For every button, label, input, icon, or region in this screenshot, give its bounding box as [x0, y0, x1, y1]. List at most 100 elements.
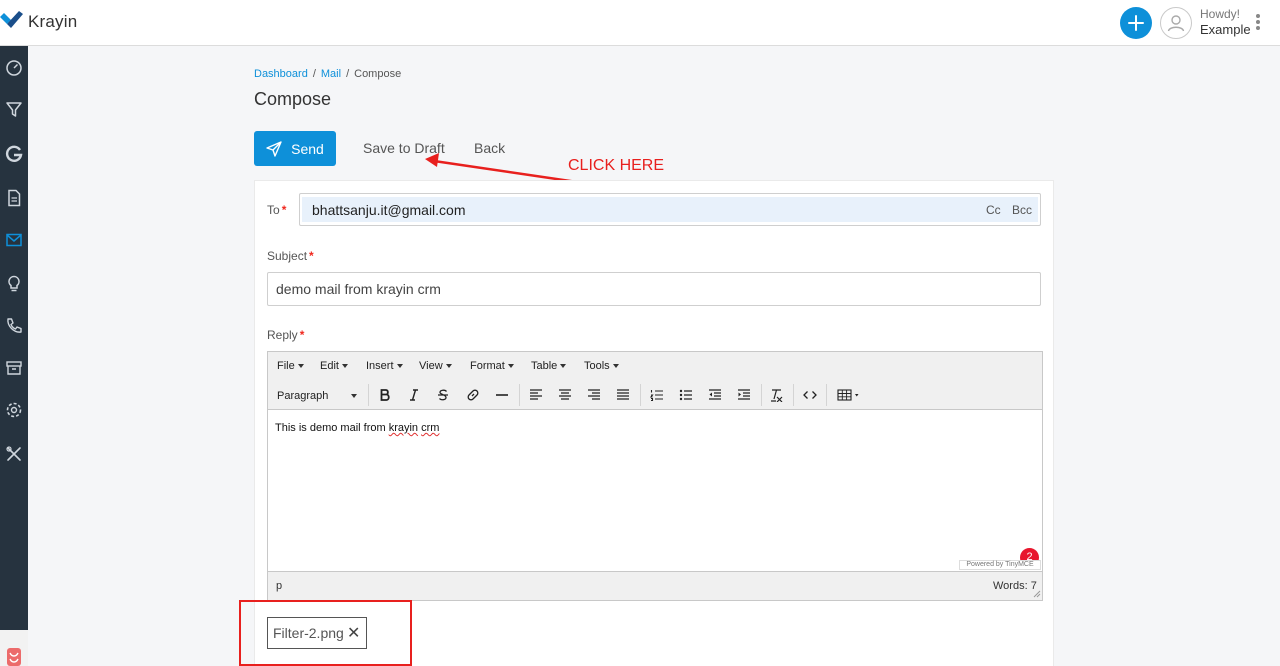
krayin-logo[interactable]: Krayin	[0, 11, 77, 33]
subject-label: Subject *	[267, 249, 314, 263]
align-left-button[interactable]	[526, 386, 546, 404]
code-icon	[803, 391, 817, 399]
user-icon	[1167, 15, 1185, 32]
sidebar-item-quotes[interactable]	[0, 186, 28, 210]
strikethrough-icon	[438, 389, 448, 401]
sidebar-item-configuration[interactable]	[0, 442, 28, 466]
align-center-button[interactable]	[555, 386, 575, 404]
menu-table[interactable]: Table	[531, 360, 567, 372]
indent-icon	[738, 389, 750, 400]
breadcrumb-mail[interactable]: Mail	[321, 68, 341, 80]
krayin-logo-icon	[0, 11, 23, 28]
powered-by-tinymce[interactable]: Powered by TinyMCE	[959, 560, 1041, 570]
toolbar-divider	[519, 384, 520, 406]
strikethrough-button[interactable]	[433, 386, 453, 404]
menu-view[interactable]: View	[419, 360, 452, 372]
recipient-email: bhattsanju.it@gmail.com	[312, 202, 466, 218]
sidebar-item-mail[interactable]	[0, 228, 28, 252]
greeting-text: Howdy!	[1200, 7, 1241, 21]
leads-g-icon	[5, 145, 23, 162]
annotation-label: CLICK HERE	[568, 157, 665, 174]
remove-attachment-icon[interactable]: ✕	[347, 626, 360, 642]
attachment-file-name: Filter-2.png	[273, 625, 344, 641]
sidebar-footer	[0, 630, 28, 666]
horizontal-line-icon	[496, 394, 508, 396]
italic-icon	[410, 389, 418, 401]
menu-file[interactable]: File	[277, 360, 304, 372]
bold-button[interactable]	[375, 386, 395, 404]
top-bar: Krayin Howdy! Example	[0, 0, 1280, 46]
outdent-icon	[709, 389, 721, 400]
sidebar-item-leads[interactable]	[0, 98, 28, 122]
link-button[interactable]	[463, 386, 483, 404]
link-icon	[467, 389, 479, 401]
breadcrumb-dashboard[interactable]: Dashboard	[254, 68, 308, 80]
subject-value: demo mail from krayin crm	[276, 281, 441, 297]
editor-body[interactable]: This is demo mail from krayin crm	[275, 422, 439, 434]
breadcrumb-current: Compose	[354, 68, 402, 80]
source-code-button[interactable]	[800, 386, 820, 404]
numbered-list-icon	[650, 390, 663, 401]
menu-format[interactable]: Format	[470, 360, 514, 372]
italic-button[interactable]	[404, 386, 424, 404]
toolbar-divider	[640, 384, 641, 406]
app-badge-icon	[7, 648, 21, 666]
user-avatar[interactable]	[1160, 7, 1192, 39]
align-justify-icon	[617, 389, 629, 400]
quotes-icon	[8, 189, 21, 207]
dashboard-icon	[6, 60, 22, 76]
block-format-select[interactable]: Paragraph	[277, 390, 328, 402]
user-name[interactable]: Example	[1200, 22, 1251, 37]
sidebar-item-contacts[interactable]	[0, 314, 28, 338]
horizontal-line-button[interactable]	[492, 386, 512, 404]
table-button[interactable]	[836, 386, 862, 404]
toolbar-divider	[368, 384, 369, 406]
breadcrumb-separator: /	[346, 68, 350, 80]
misspelled-word: krayin	[388, 422, 419, 434]
mail-icon	[6, 233, 22, 247]
reply-label: Reply *	[267, 328, 305, 342]
send-icon	[266, 140, 282, 157]
menu-insert[interactable]: Insert	[366, 360, 403, 372]
menu-tools[interactable]: Tools	[584, 360, 619, 372]
phone-icon	[7, 318, 22, 333]
element-path[interactable]: p	[276, 580, 282, 592]
sidebar-item-google[interactable]	[0, 142, 28, 166]
table-icon	[837, 389, 859, 401]
editor-statusbar	[268, 571, 1042, 600]
products-icon	[6, 361, 22, 375]
outdent-button[interactable]	[705, 386, 725, 404]
align-right-icon	[588, 389, 600, 400]
chevron-down-icon	[351, 394, 357, 398]
bold-icon	[380, 389, 390, 401]
menu-edit[interactable]: Edit	[320, 360, 348, 372]
sidebar	[0, 46, 28, 666]
send-button-label: Send	[291, 140, 324, 157]
bullet-list-button[interactable]	[676, 386, 696, 404]
indent-button[interactable]	[734, 386, 754, 404]
sidebar-item-products[interactable]	[0, 356, 28, 380]
resize-handle-icon[interactable]	[1033, 590, 1041, 598]
more-options-icon[interactable]	[1254, 14, 1262, 32]
misspelled-word: crm	[421, 422, 440, 434]
sidebar-item-settings[interactable]	[0, 398, 28, 422]
send-button[interactable]: Send	[254, 131, 336, 166]
align-justify-button[interactable]	[613, 386, 633, 404]
toolbar-divider	[761, 384, 762, 406]
body-text-part: This is demo mail from	[275, 422, 389, 434]
sidebar-item-activities[interactable]	[0, 272, 28, 296]
align-center-icon	[559, 389, 571, 400]
clear-formatting-button[interactable]	[767, 386, 787, 404]
plus-icon	[1128, 15, 1144, 31]
bcc-button[interactable]: Bcc	[1012, 203, 1032, 217]
breadcrumb: Dashboard / Mail / Compose	[254, 68, 401, 80]
quick-add-button[interactable]	[1120, 7, 1152, 39]
filter-icon	[6, 102, 22, 117]
breadcrumb-separator: /	[312, 68, 316, 80]
sidebar-item-dashboard[interactable]	[0, 56, 28, 80]
align-right-button[interactable]	[584, 386, 604, 404]
numbered-list-button[interactable]	[647, 386, 667, 404]
cc-button[interactable]: Cc	[986, 203, 1001, 217]
bullet-list-icon	[679, 389, 692, 401]
tools-icon	[6, 446, 21, 461]
